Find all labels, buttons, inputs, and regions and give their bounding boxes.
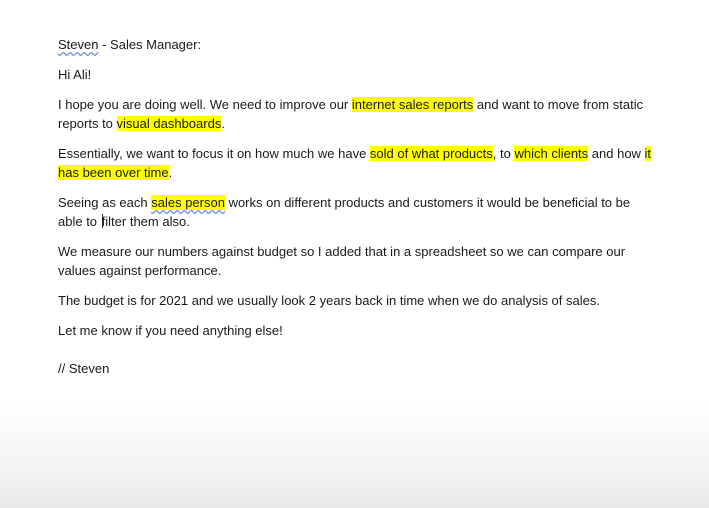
paragraph-1: I hope you are doing well. We need to im…	[58, 95, 658, 133]
paragraph-2: Essentially, we want to focus it on how …	[58, 144, 658, 182]
email-header: Steven - Sales Manager:	[58, 35, 658, 54]
p1-text-3: .	[221, 116, 225, 131]
document-body: Steven - Sales Manager: Hi Ali! I hope y…	[58, 35, 658, 389]
greeting: Hi Ali!	[58, 67, 92, 82]
highlight-which-clients: which clients	[514, 146, 589, 161]
p2-text-2: , to	[492, 146, 515, 161]
p2-text-1: Essentially, we want to focus it on how …	[58, 146, 370, 161]
highlight-visual-dashboards: visual dashboards	[116, 116, 222, 131]
p2-text-3: and how	[588, 146, 645, 161]
signoff: // Steven	[58, 361, 110, 376]
sender-name: Steven	[58, 37, 99, 52]
sender-role: - Sales Manager:	[98, 37, 202, 52]
highlight-sold-of-what-products: sold of what products	[369, 146, 493, 161]
highlight-internet-sales-reports: internet sales reports	[351, 97, 474, 112]
paragraph-6: Let me know if you need anything else!	[58, 323, 283, 338]
paragraph-4: We measure our numbers against budget so…	[58, 244, 626, 278]
p3-text-1: Seeing as each	[58, 195, 152, 210]
p3-text-3: filter them also.	[101, 214, 190, 229]
paragraph-5: The budget is for 2021 and we usually lo…	[58, 293, 600, 308]
highlight-sales-person: sales person	[151, 195, 225, 210]
p1-text-1: I hope you are doing well. We need to im…	[58, 97, 352, 112]
p2-text-4: .	[168, 165, 173, 180]
paragraph-3: Seeing as each sales person works on dif…	[58, 193, 658, 231]
